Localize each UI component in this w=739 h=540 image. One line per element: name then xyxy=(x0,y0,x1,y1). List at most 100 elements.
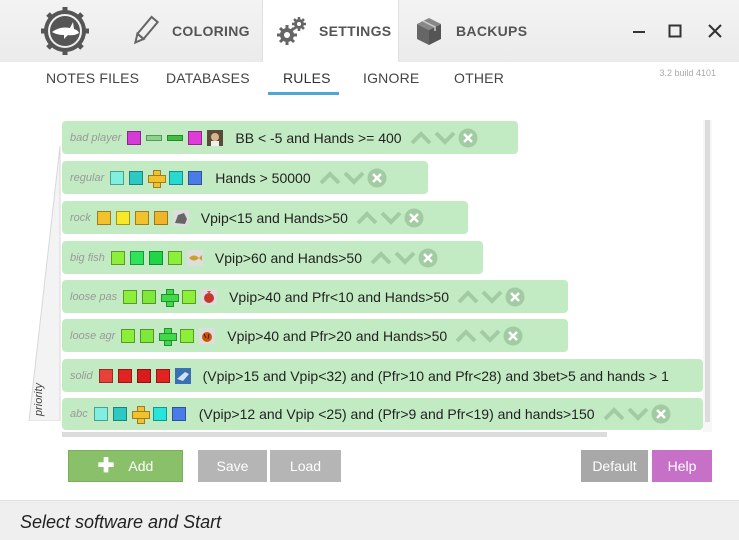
color-swatch[interactable] xyxy=(96,210,111,225)
rule-row[interactable]: big fish Vpip>60 and Hands>50 xyxy=(62,241,483,274)
color-swatch[interactable] xyxy=(142,289,157,304)
rule-controls xyxy=(603,404,673,424)
move-up-icon[interactable] xyxy=(370,250,392,265)
move-down-icon[interactable] xyxy=(481,290,503,304)
rule-name: loose agr xyxy=(70,329,116,342)
color-swatch[interactable] xyxy=(134,210,149,225)
color-swatch[interactable] xyxy=(131,406,150,424)
tab-settings[interactable]: SETTINGS xyxy=(262,0,399,62)
delete-icon[interactable] xyxy=(367,168,387,188)
color-swatch[interactable] xyxy=(182,289,197,304)
move-up-icon[interactable] xyxy=(319,170,341,185)
color-swatch[interactable] xyxy=(98,368,113,383)
save-button[interactable]: Save xyxy=(198,450,267,482)
rule-row[interactable]: loose agr Vpip>40 and Pfr>20 and Hands>5… xyxy=(62,319,568,352)
rule-row[interactable]: bad player BB < -5 and Hands >= 400 xyxy=(62,121,518,154)
color-swatch[interactable] xyxy=(152,407,167,421)
subtab-other[interactable]: OTHER xyxy=(454,70,504,86)
color-swatch[interactable] xyxy=(110,170,125,185)
color-swatch[interactable] xyxy=(188,130,203,145)
move-up-icon[interactable] xyxy=(455,328,477,343)
rule-condition: (Vpip>15 and Vpip<32) and (Pfr>10 and Pf… xyxy=(202,367,669,384)
color-swatch[interactable] xyxy=(153,210,168,225)
color-swatch[interactable] xyxy=(129,250,144,265)
delete-icon[interactable] xyxy=(458,128,478,148)
help-button[interactable]: Help xyxy=(652,450,712,482)
rule-row[interactable]: regular Hands > 50000 xyxy=(62,161,428,194)
add-rule-button[interactable]: ✚ Add xyxy=(68,450,183,482)
delete-icon[interactable] xyxy=(404,208,424,228)
color-swatch[interactable] xyxy=(117,368,132,383)
move-up-icon[interactable] xyxy=(603,407,625,421)
rule-row[interactable]: abc (Vpip>12 and Vpip <25) and (Pfr>9 an… xyxy=(62,398,703,430)
rule-row[interactable]: loose pas Vpip>40 and Pfr<10 and Hands>5… xyxy=(62,280,568,313)
color-swatch[interactable] xyxy=(148,250,163,265)
color-swatch[interactable] xyxy=(159,327,178,346)
color-swatch[interactable] xyxy=(110,250,125,265)
subtab-rules[interactable]: RULES xyxy=(283,70,331,86)
rule-condition: (Vpip>12 and Vpip <25) and (Pfr>9 and Pf… xyxy=(198,406,595,422)
color-swatch[interactable] xyxy=(167,134,184,141)
delete-icon[interactable] xyxy=(651,404,671,424)
rule-controls xyxy=(410,128,480,148)
subtab-databases[interactable]: DATABASES xyxy=(166,70,250,86)
rule-row[interactable]: solid (Vpip>15 and Vpip<32) and (Pfr>10 … xyxy=(62,359,703,392)
color-swatch[interactable] xyxy=(180,328,195,343)
color-swatch[interactable] xyxy=(129,170,144,185)
color-swatch[interactable] xyxy=(188,170,203,185)
move-down-icon[interactable] xyxy=(343,171,365,185)
color-swatch[interactable] xyxy=(93,407,108,421)
color-swatch[interactable] xyxy=(155,368,170,383)
rule-name: bad player xyxy=(70,131,122,144)
move-up-icon[interactable] xyxy=(356,210,378,225)
rule-name: loose pas xyxy=(70,290,118,303)
rules-horizontal-scrollbar[interactable] xyxy=(62,432,607,437)
move-down-icon[interactable] xyxy=(627,407,649,421)
top-bar: COLORING SETTINGS BACKUPS xyxy=(0,0,739,62)
maximize-button[interactable] xyxy=(664,20,686,42)
color-swatch[interactable] xyxy=(115,210,130,225)
tab-coloring[interactable]: COLORING xyxy=(128,0,264,62)
rule-controls xyxy=(457,287,527,307)
default-button[interactable]: Default xyxy=(581,450,648,482)
subtab-ignore[interactable]: IGNORE xyxy=(363,70,419,86)
rule-name: big fish xyxy=(70,251,105,264)
move-down-icon[interactable] xyxy=(394,251,416,265)
rule-row[interactable]: rock Vpip<15 and Hands>50 xyxy=(62,201,468,234)
subtab-notes-files[interactable]: NOTES FILES xyxy=(46,70,139,86)
delete-icon[interactable] xyxy=(505,287,525,307)
color-swatch[interactable] xyxy=(171,407,186,421)
rules-vertical-scrollbar[interactable] xyxy=(705,120,710,422)
move-down-icon[interactable] xyxy=(434,131,456,145)
color-swatch[interactable] xyxy=(112,407,127,421)
player-avatar-icon xyxy=(207,129,224,146)
rock-avatar-icon xyxy=(172,209,189,226)
plus-icon: ✚ xyxy=(97,455,115,477)
status-bar: Select software and Start xyxy=(0,500,739,540)
color-swatch[interactable] xyxy=(121,328,136,343)
minimize-button[interactable] xyxy=(628,20,650,42)
color-swatch[interactable] xyxy=(167,250,182,265)
color-swatch[interactable] xyxy=(140,328,155,343)
rule-condition: Hands > 50000 xyxy=(215,169,311,186)
move-up-icon[interactable] xyxy=(410,130,432,145)
color-swatch[interactable] xyxy=(161,288,180,307)
color-swatch[interactable] xyxy=(148,169,167,188)
delete-icon[interactable] xyxy=(418,248,438,268)
move-down-icon[interactable] xyxy=(380,211,402,225)
color-swatch[interactable] xyxy=(123,289,138,304)
rule-controls xyxy=(370,248,440,268)
load-button[interactable]: Load xyxy=(270,450,341,482)
tab-backups[interactable]: BACKUPS xyxy=(412,0,527,62)
color-swatch[interactable] xyxy=(146,134,163,141)
color-swatch[interactable] xyxy=(136,368,151,383)
color-swatch[interactable] xyxy=(169,170,184,185)
close-button[interactable] xyxy=(704,20,726,42)
move-down-icon[interactable] xyxy=(479,329,501,343)
move-up-icon[interactable] xyxy=(457,289,479,304)
color-swatch[interactable] xyxy=(127,130,142,145)
priority-label: priority xyxy=(33,382,45,416)
rule-condition: Vpip<15 and Hands>50 xyxy=(200,209,348,226)
shark-gear-logo-icon xyxy=(41,7,89,55)
delete-icon[interactable] xyxy=(503,326,523,346)
